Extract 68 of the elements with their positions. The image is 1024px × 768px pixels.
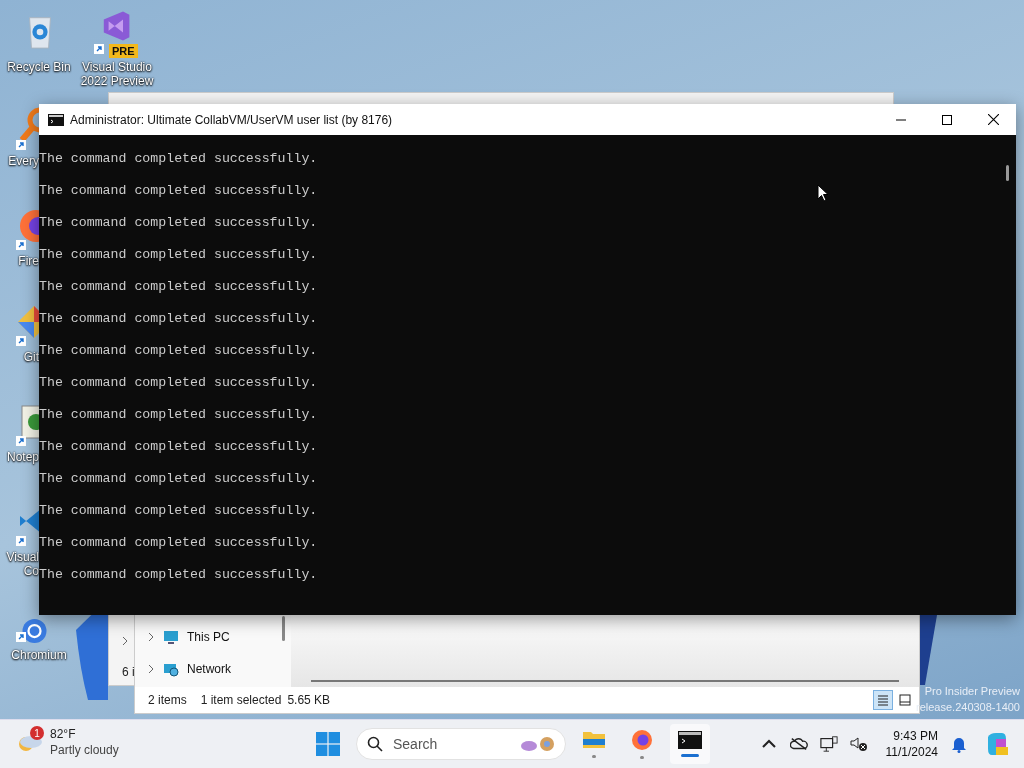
- scrollbar-thumb[interactable]: [1006, 165, 1009, 181]
- monitor-icon: [163, 629, 179, 645]
- temperature: 82°F: [50, 726, 77, 742]
- desktop-icon-label[interactable]: Recycle Bin: [2, 60, 76, 74]
- chevron-icon[interactable]: [147, 632, 155, 642]
- details-view-button[interactable]: [873, 690, 893, 710]
- console-output-line: The command completed successfully.: [39, 151, 318, 166]
- console-output-line: The command completed successfully.: [39, 471, 318, 488]
- console-output-line: The command completed successfully.: [39, 407, 318, 424]
- preview-badge: PRE: [109, 44, 138, 58]
- nav-item[interactable]: This PC: [135, 621, 291, 653]
- console-icon: [48, 113, 64, 126]
- shortcut-arrow-icon: [94, 44, 104, 54]
- console-output-line: The command completed successfully.: [39, 247, 318, 264]
- chevron-icon[interactable]: [147, 664, 155, 674]
- clock[interactable]: 9:43 PM 11/1/2024: [885, 728, 938, 760]
- console-output-line: The command completed successfully.: [39, 535, 318, 552]
- console-output-line: The command completed successfully.: [39, 567, 318, 584]
- shortcut-arrow-icon: [16, 336, 26, 346]
- shortcut-arrow-icon: [16, 536, 26, 546]
- desktop-icon-label[interactable]: Chromium: [2, 648, 76, 662]
- shortcut-arrow-icon: [16, 436, 26, 446]
- console-output-line: The command completed successfully.: [39, 311, 318, 328]
- notification-badge: 1: [30, 726, 44, 740]
- terminal-app-button[interactable]: [670, 724, 710, 764]
- network-icon: [163, 661, 179, 677]
- bell-icon[interactable]: [950, 735, 968, 753]
- search-icon: [367, 736, 383, 752]
- speaker-muted-icon[interactable]: [849, 735, 868, 753]
- folder-icon: [582, 730, 606, 750]
- console-output-line: The command completed successfully.: [39, 279, 318, 296]
- fox-globe-icon: [631, 729, 653, 751]
- shortcut-arrow-icon: [16, 240, 26, 250]
- close-icon: [987, 114, 999, 125]
- status-text: 6 i: [122, 665, 135, 679]
- watermark-text: Pro Insider Preview: [924, 684, 1020, 698]
- desktop-icon-label[interactable]: Visual Co: [3, 550, 39, 578]
- desktop-icon-label[interactable]: Git: [3, 350, 39, 364]
- terminal-icon: [678, 731, 702, 749]
- network-icon[interactable]: [819, 735, 838, 753]
- console-output-line: The command completed successfully.: [39, 439, 318, 456]
- weather-widget[interactable]: 1 82°F Partly cloudy: [16, 726, 119, 758]
- tiles-icon: [899, 694, 911, 706]
- item-count: 2 items: [148, 693, 187, 707]
- shortcut-arrow-icon: [16, 632, 26, 642]
- file-size: 5.65 KB: [287, 693, 331, 707]
- desktop-icon-label[interactable]: Fire: [3, 254, 39, 268]
- desktop-icon-label[interactable]: Every: [3, 154, 39, 168]
- list-icon: [877, 694, 889, 706]
- chevron-icon[interactable]: [121, 636, 129, 646]
- nav-item[interactable]: Network: [135, 653, 291, 685]
- maximize-icon: [942, 114, 952, 125]
- selection-info: 1 item selected: [200, 693, 282, 707]
- mouse-pointer-icon: [817, 184, 829, 202]
- desktop-icon-label[interactable]: Visual Studio 2022 Preview: [80, 60, 154, 88]
- console-output-line: The command completed successfully.: [39, 503, 318, 520]
- weather-condition: Partly cloudy: [50, 742, 119, 758]
- console-output-line: The command completed successfully.: [39, 343, 318, 358]
- console-output-line: The command completed successfully.: [39, 215, 318, 232]
- desktop-icon-label[interactable]: Notep: [3, 450, 39, 464]
- cloud-off-icon[interactable]: [789, 735, 808, 753]
- scrollbar-thumb[interactable]: [311, 680, 899, 682]
- shortcut-arrow-icon: [16, 140, 26, 150]
- window-title: Administrator: Ultimate CollabVM/UserVM user list (by 8176): [70, 112, 393, 127]
- search-field[interactable]: Search: [356, 728, 566, 760]
- console-output-line: The command completed successfully.: [39, 183, 318, 200]
- scrollbar-thumb[interactable]: [282, 616, 285, 641]
- console-output-line: The command completed successfully.: [39, 375, 318, 392]
